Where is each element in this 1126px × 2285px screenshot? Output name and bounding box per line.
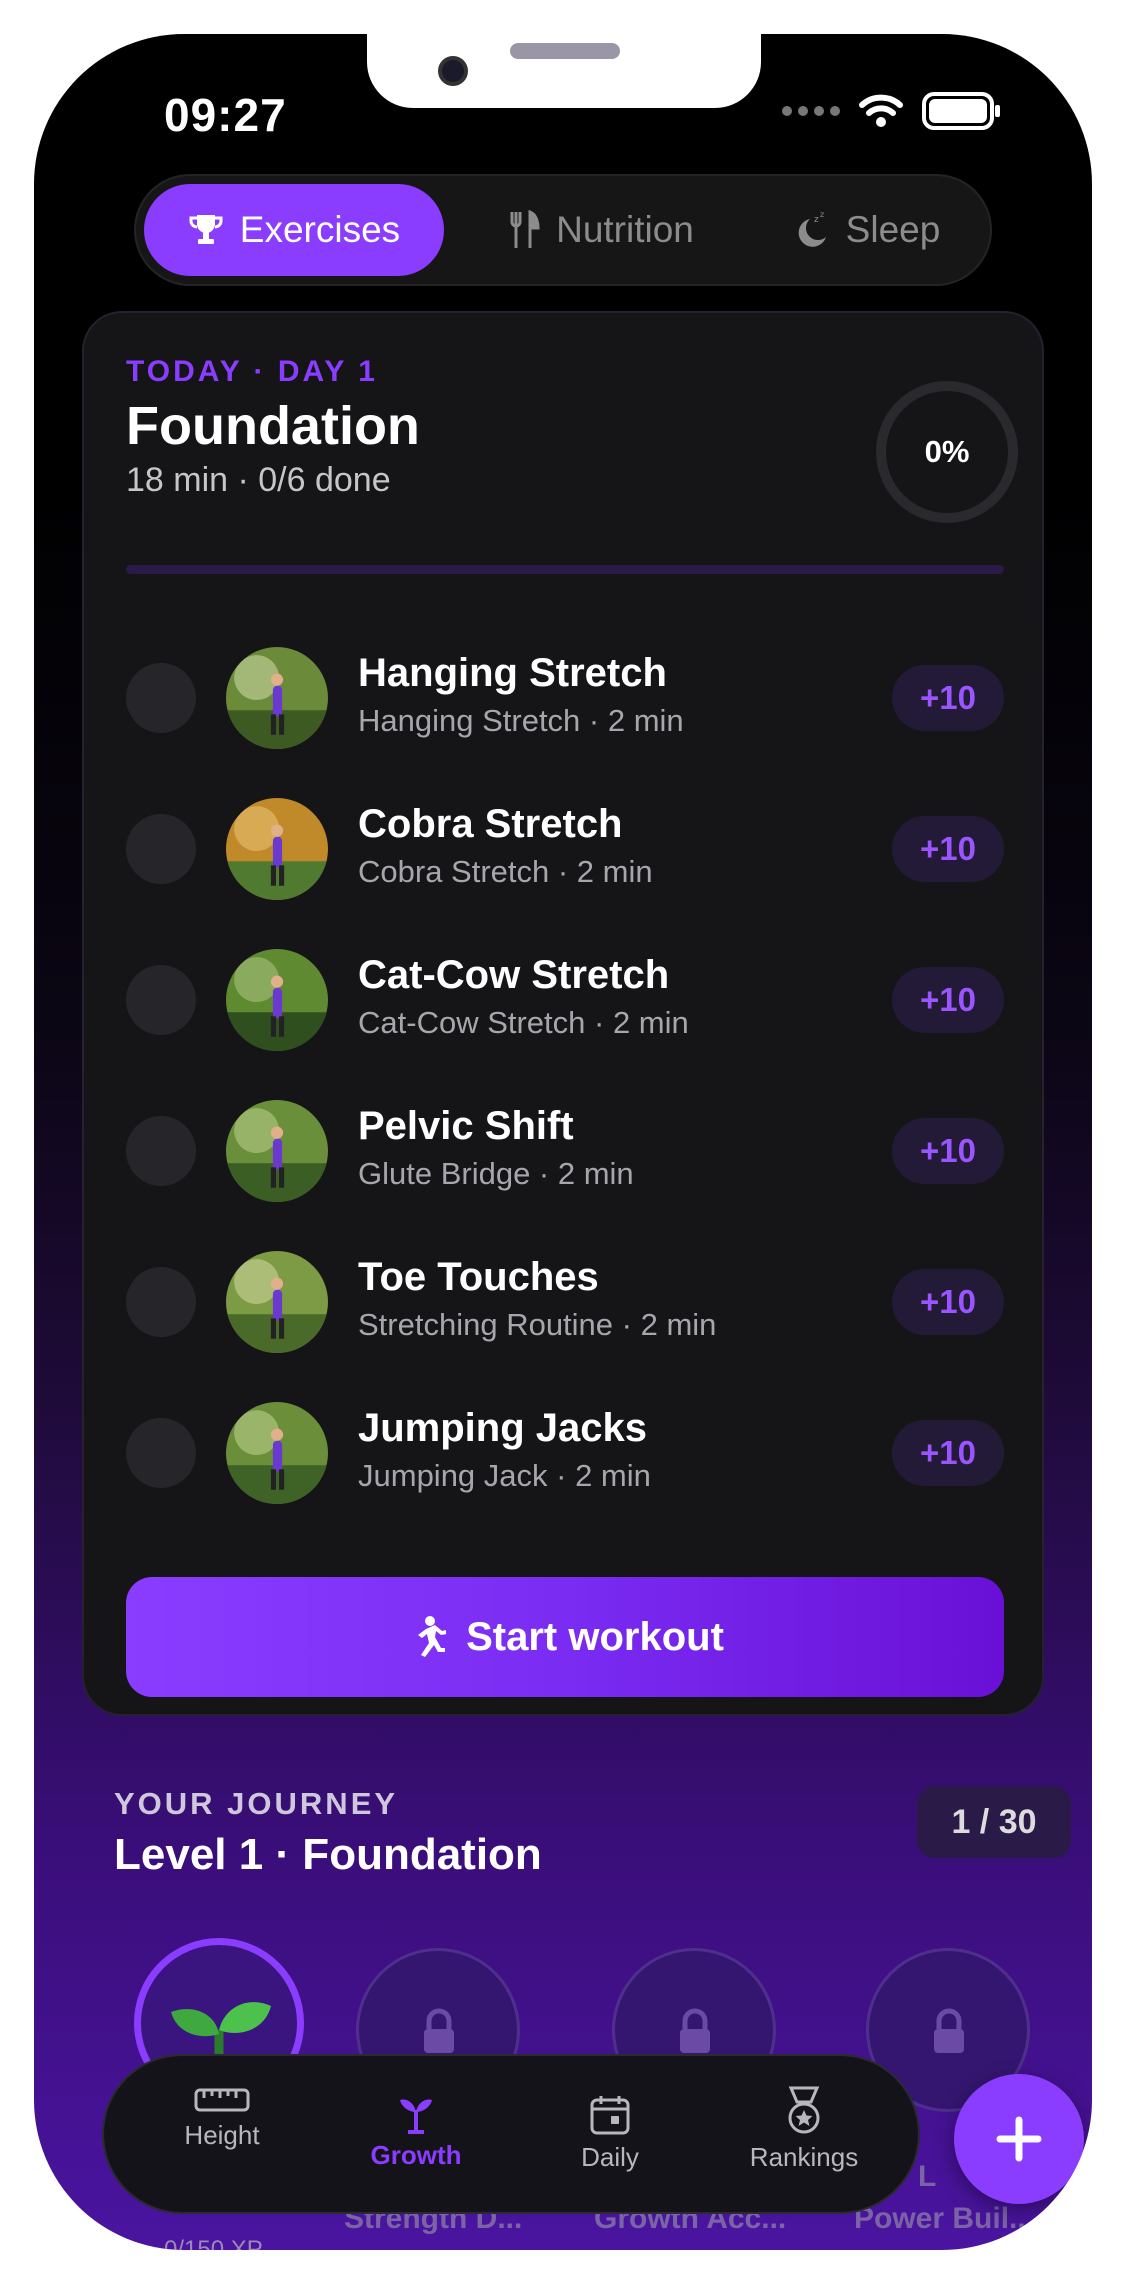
journey-node-label: Power Buil... [854, 2202, 1035, 2235]
tab-height-label: Height [184, 2120, 260, 2150]
exercise-name: Toe Touches [358, 1255, 599, 1299]
workout-meta: 18 min · 0/6 done [126, 461, 391, 499]
wifi-icon [859, 94, 903, 127]
exercise-subtitle: Cobra Stretch · 2 min [358, 854, 653, 889]
bottom-tab-bar: Height Growth Daily Rankings [102, 2054, 920, 2214]
lock-icon [680, 2008, 710, 2053]
exercise-row[interactable]: Cat-Cow Stretch Cat-Cow Stretch · 2 min +1… [126, 945, 1004, 1055]
ruler-icon [194, 2088, 250, 2112]
plus-icon [996, 2116, 1042, 2162]
exercise-photo [226, 647, 328, 749]
tab-rankings-label: Rankings [749, 2142, 859, 2172]
exercise-thumbnail [226, 647, 328, 749]
battery-icon [922, 92, 1000, 130]
xp-badge: +10 [892, 665, 1004, 731]
exercise-row[interactable]: Toe Touches Stretching Routine · 2 min +10 [126, 1247, 1004, 1357]
tab-exercises[interactable]: Exercises [144, 184, 444, 276]
journey-title: Level 1 · Foundation [114, 1830, 542, 1879]
exercise-subtitle: Cat-Cow Stretch · 2 min [358, 1005, 689, 1040]
tab-exercises-label: Exercises [239, 209, 401, 250]
exercise-name: Pelvic Shift [358, 1104, 574, 1148]
running-person-icon [418, 1616, 447, 1657]
progress-ring: 0% [876, 381, 1018, 523]
exercise-thumbnail [226, 1251, 328, 1353]
lock-icon [934, 2008, 964, 2053]
exercise-name: Cobra Stretch [358, 802, 623, 846]
exercise-name: Cat-Cow Stretch [358, 953, 670, 997]
progress-label: 0% [924, 434, 970, 469]
tab-daily[interactable]: Daily [530, 2094, 690, 2173]
exercise-row[interactable]: Cobra Stretch Cobra Stretch · 2 min +10 [126, 794, 1004, 904]
exercise-name: Jumping Jacks [358, 1406, 648, 1450]
tab-rankings[interactable]: Rankings [724, 2086, 884, 2173]
exercise-checkbox[interactable] [126, 1116, 196, 1186]
tab-nutrition[interactable]: Nutrition [466, 184, 736, 276]
journey-eyebrow: YOUR JOURNEY [114, 1786, 399, 1821]
signal-dots-icon [782, 106, 840, 116]
tab-nutrition-label: Nutrition [556, 209, 694, 250]
phone-screen: 09:27 Exercises Nutrition z z Sleep TODA… [34, 34, 1092, 2250]
category-segmented-control: Exercises Nutrition z z Sleep [134, 174, 992, 286]
medal-icon [788, 2086, 820, 2134]
status-time: 09:27 [164, 89, 287, 141]
exercise-checkbox[interactable] [126, 814, 196, 884]
level-count-badge: 1 / 30 [917, 1786, 1071, 1858]
xp-badge: +10 [892, 1269, 1004, 1335]
exercise-name: Hanging Stretch [358, 651, 667, 695]
notch [367, 34, 761, 108]
exercise-photo [226, 1100, 328, 1202]
exercise-thumbnail [226, 949, 328, 1051]
speaker [510, 43, 620, 59]
progress-bar [126, 565, 1004, 574]
exercise-photo [226, 1251, 328, 1353]
exercise-subtitle: Stretching Routine · 2 min [358, 1307, 717, 1342]
exercise-thumbnail [226, 1402, 328, 1504]
tab-sleep-label: Sleep [845, 209, 941, 250]
journey-xp: 0/150 XP [164, 2236, 263, 2250]
journey-node-partial-label: L [918, 2160, 937, 2193]
workout-title: Foundation [126, 396, 420, 456]
trophy-icon [189, 215, 223, 244]
xp-badge: +10 [892, 1420, 1004, 1486]
tab-growth[interactable]: Growth [336, 2094, 496, 2171]
exercise-row[interactable]: Jumping Jacks Jumping Jack · 2 min +10 [126, 1398, 1004, 1508]
exercise-subtitle: Jumping Jack · 2 min [358, 1458, 651, 1493]
exercise-subtitle: Hanging Stretch · 2 min [358, 703, 684, 738]
exercise-subtitle: Glute Bridge · 2 min [358, 1156, 634, 1191]
xp-badge: +10 [892, 1118, 1004, 1184]
exercise-checkbox[interactable] [126, 1418, 196, 1488]
exercise-row[interactable]: Hanging Stretch Hanging Stretch · 2 min +1… [126, 643, 1004, 753]
svg-text:z: z [820, 211, 824, 219]
fork-knife-icon [510, 210, 540, 248]
front-camera [438, 56, 468, 86]
add-button[interactable] [954, 2074, 1084, 2204]
exercise-row[interactable]: Pelvic Shift Glute Bridge · 2 min +10 [126, 1096, 1004, 1206]
exercise-photo [226, 798, 328, 900]
sprout-icon [400, 2099, 432, 2134]
exercise-thumbnail [226, 798, 328, 900]
exercise-thumbnail [226, 1100, 328, 1202]
exercise-checkbox[interactable] [126, 965, 196, 1035]
tab-sleep[interactable]: z z Sleep [746, 184, 986, 276]
today-eyebrow: TODAY · DAY 1 [126, 355, 378, 388]
moon-zzz-icon: z z [798, 211, 826, 247]
exercise-checkbox[interactable] [126, 663, 196, 733]
exercise-checkbox[interactable] [126, 1267, 196, 1337]
tab-daily-label: Daily [581, 2142, 639, 2172]
start-workout-button[interactable]: Start workout [126, 1577, 1004, 1697]
exercise-photo [226, 1402, 328, 1504]
today-workout-card: TODAY · DAY 1 Foundation 18 min · 0/6 do… [82, 311, 1044, 1716]
svg-text:z: z [814, 215, 819, 225]
xp-badge: +10 [892, 967, 1004, 1033]
start-workout-label: Start workout [466, 1614, 724, 1659]
tab-height[interactable]: Height [142, 2084, 302, 2151]
calendar-icon [590, 2096, 630, 2135]
lock-icon [424, 2008, 454, 2053]
exercise-photo [226, 949, 328, 1051]
tab-growth-label: Growth [370, 2140, 462, 2170]
xp-badge: +10 [892, 816, 1004, 882]
status-icons [782, 92, 1002, 130]
